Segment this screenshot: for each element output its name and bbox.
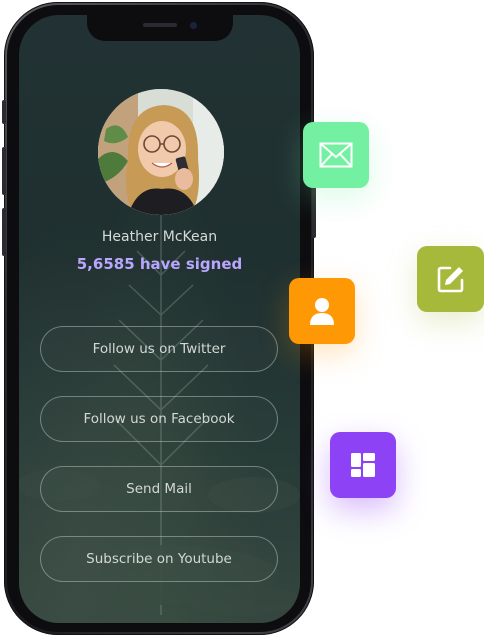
profile-name: Heather McKean bbox=[101, 229, 218, 245]
follow-twitter-button[interactable]: Follow us on Twitter bbox=[40, 326, 278, 372]
follow-facebook-button[interactable]: Follow us on Facebook bbox=[40, 396, 278, 442]
mute-switch bbox=[2, 100, 6, 124]
volume-down-button bbox=[2, 208, 6, 256]
signed-count: 5,6585 have signed bbox=[76, 255, 243, 273]
phone-frame: Heather McKean 5,6585 have signed Follow… bbox=[2, 2, 316, 635]
volume-up-button bbox=[2, 147, 6, 195]
send-mail-button[interactable]: Send Mail bbox=[40, 466, 278, 512]
speaker-grille bbox=[143, 23, 177, 27]
user-tile[interactable] bbox=[289, 278, 355, 344]
front-camera bbox=[190, 22, 197, 29]
mail-icon bbox=[319, 142, 353, 168]
avatar-photo bbox=[98, 89, 224, 215]
phone-screen: Heather McKean 5,6585 have signed Follow… bbox=[19, 15, 300, 623]
edit-tile[interactable] bbox=[417, 246, 484, 312]
dashboard-icon bbox=[351, 453, 375, 477]
mail-tile[interactable] bbox=[303, 122, 369, 188]
dashboard-tile[interactable] bbox=[330, 432, 396, 498]
subscribe-youtube-button[interactable]: Subscribe on Youtube bbox=[40, 536, 278, 582]
user-icon bbox=[310, 298, 334, 325]
phone-notch bbox=[87, 15, 233, 41]
edit-icon bbox=[437, 266, 463, 293]
avatar bbox=[98, 89, 224, 215]
